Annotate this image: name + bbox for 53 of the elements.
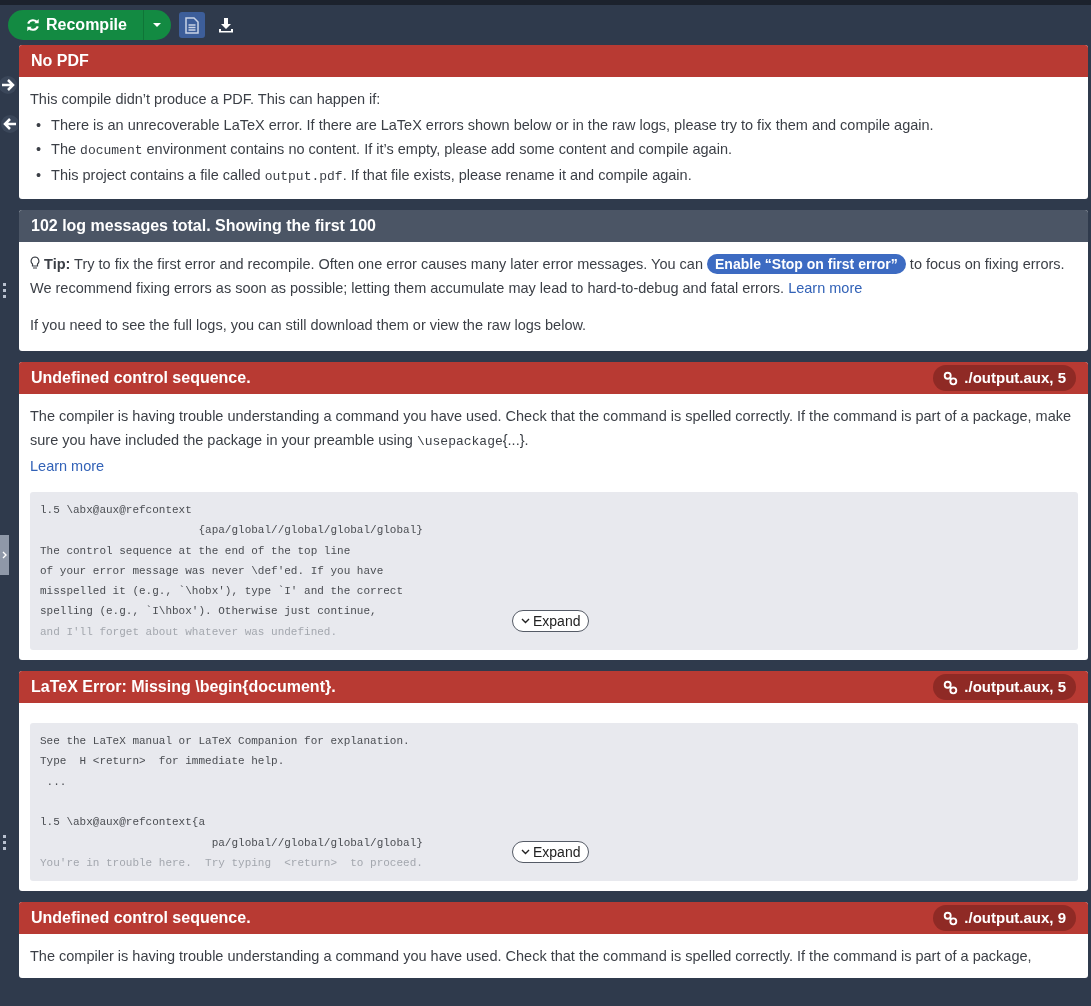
expand-button[interactable]: Expand (512, 841, 590, 864)
log-line: The control sequence at the end of the top line (40, 543, 351, 559)
log-line: and I'll forget about whatever was undefined. (40, 624, 338, 640)
log-line: l.5 \abx@aux@refcontext (40, 503, 192, 518)
document-icon (184, 16, 199, 34)
card-title: No PDF (31, 51, 89, 71)
tip-text: Tip: Try to fix the first error and recompile. Often one error causes many later error messages. You can Enable “Stop on first error” to focus on fixing errors. We recommend fixing errors as soon as possible; letting them accumulate may lead to hard-to-debug and fatal errors. Learn more (30, 253, 1066, 298)
chevron-down-icon (521, 618, 530, 625)
bullet-text: This project contains a file called output.pdf. If that file exists, please rename it and compile again. (51, 166, 692, 186)
card-title: 102 log messages total. Showing the first 100 (31, 216, 376, 236)
caret-icon (152, 22, 163, 28)
card-title: Undefined control sequence. (31, 908, 251, 929)
file-location-link[interactable]: ./output.aux, 5 (933, 673, 1076, 701)
intro-text: This compile didn’t produce a PDF. This can happen if: (30, 90, 382, 109)
drag-handle-icon[interactable] (3, 283, 7, 299)
arrow-right-icon[interactable] (0, 75, 18, 95)
log-line: ... (45, 774, 67, 790)
bullet-text: The document environment contains no content. If it’s empty, please add some content and compile again. (51, 140, 732, 160)
document-view-button[interactable] (178, 12, 205, 38)
link-icon (943, 910, 959, 926)
bullet-text: There is an unrecoverable LaTeX error. If there are LaTeX errors shown below or in the raw logs, please try to fix them and compile again. (51, 116, 934, 135)
file-location-link[interactable]: ./output.aux, 9 (933, 904, 1076, 932)
arrow-left-icon[interactable] (0, 114, 18, 134)
log-line: l.5 \abx@aux@refcontext{a (40, 815, 206, 831)
log-line: spelling (e.g., `I\hbox'). Otherwise just continue, (40, 604, 377, 620)
drag-handle-icon[interactable] (3, 835, 7, 851)
description-text: The compiler is having trouble understanding a command you have used. Check that the command is spelled correctly. If the command is part of a package, make sure you have included the package in your preamble using \usepackage{...}. (30, 407, 1073, 451)
download-icon (217, 17, 234, 33)
log-line: pa/global//global/global/global} (210, 835, 423, 851)
log-line: {apa/global//global/global/global} (197, 523, 423, 539)
bullet-marker: • (36, 116, 42, 135)
link-icon (943, 679, 959, 695)
expand-button[interactable]: Expand (512, 610, 590, 633)
log-line: You're in trouble here. Try typing <return> to proceed. (40, 855, 423, 871)
note-text: If you need to see the full logs, you can still download them or view the raw logs below. (30, 316, 588, 335)
description-text: The compiler is having trouble understanding a command you have used. Check that the command is spelled correctly. If the command is part of a package, (30, 947, 1033, 967)
log-line: misspelled it (e.g., `\hobx'), type `I' and the correct (40, 584, 404, 600)
file-location-link[interactable]: ./output.aux, 5 (933, 364, 1076, 392)
bullet-marker: • (36, 166, 42, 185)
card-title: LaTeX Error: Missing \begin{document}. (31, 677, 336, 698)
link-icon (943, 370, 959, 386)
bullet-marker: • (36, 140, 42, 159)
card-title: Undefined control sequence. (31, 368, 251, 388)
refresh-icon (26, 18, 40, 32)
stop-on-first-error-button[interactable]: Enable “Stop on first error” (707, 254, 906, 274)
log-line: of your error message was never \def'ed. If you have (40, 563, 384, 579)
log-line: Type H <return> for immediate help. (40, 754, 285, 770)
learn-more-link[interactable]: Learn more (788, 280, 863, 296)
log-line: See the LaTeX manual or LaTeX Companion for explanation. (40, 734, 410, 750)
lightbulb-icon (30, 256, 40, 270)
collapse-handle-icon[interactable] (0, 535, 9, 575)
learn-more-link[interactable]: Learn more (30, 454, 105, 478)
chevron-down-icon (521, 849, 530, 856)
